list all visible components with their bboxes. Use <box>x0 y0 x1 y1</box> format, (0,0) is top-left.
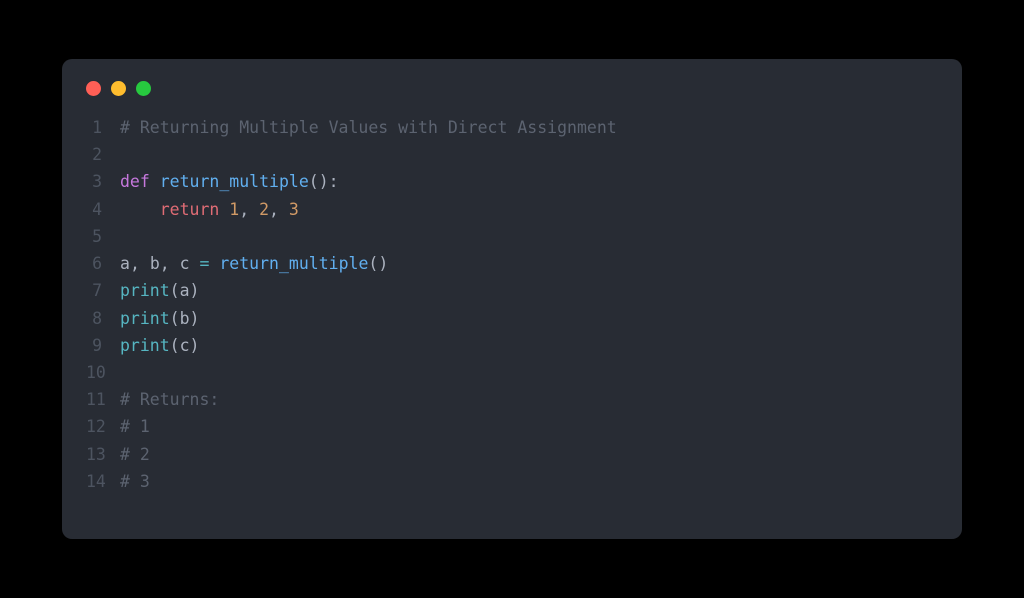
token: return_multiple <box>219 254 368 273</box>
line-content <box>120 141 938 168</box>
window-controls <box>86 81 938 96</box>
code-line: 3def return_multiple(): <box>86 168 938 195</box>
token: print <box>120 336 170 355</box>
line-number: 1 <box>86 114 120 141</box>
token: print <box>120 281 170 300</box>
line-number: 10 <box>86 359 120 386</box>
code-line: 7print(a) <box>86 277 938 304</box>
token: ) <box>190 309 200 328</box>
line-content: print(a) <box>120 277 938 304</box>
line-content: def return_multiple(): <box>120 168 938 195</box>
token: # 3 <box>120 472 150 491</box>
token: ) <box>190 281 200 300</box>
line-content: # 3 <box>120 468 938 495</box>
code-line: 2 <box>86 141 938 168</box>
code-line: 5 <box>86 223 938 250</box>
token: 3 <box>289 200 299 219</box>
token: (): <box>309 172 339 191</box>
line-content: return 1, 2, 3 <box>120 196 938 223</box>
line-number: 2 <box>86 141 120 168</box>
token: b <box>150 254 160 273</box>
line-number: 7 <box>86 277 120 304</box>
token: # 1 <box>120 417 150 436</box>
line-content: # Returns: <box>120 386 938 413</box>
code-line: 9print(c) <box>86 332 938 359</box>
code-line: 10 <box>86 359 938 386</box>
token: # 2 <box>120 445 150 464</box>
line-number: 4 <box>86 196 120 223</box>
code-line: 12# 1 <box>86 413 938 440</box>
zoom-icon[interactable] <box>136 81 151 96</box>
code-line: 6a, b, c = return_multiple() <box>86 250 938 277</box>
token: ) <box>190 336 200 355</box>
code-line: 11# Returns: <box>86 386 938 413</box>
token: c <box>180 336 190 355</box>
line-content: # 1 <box>120 413 938 440</box>
token: , <box>130 254 150 273</box>
token: 1 <box>229 200 239 219</box>
line-number: 5 <box>86 223 120 250</box>
code-line: 8print(b) <box>86 305 938 332</box>
token: return_multiple <box>160 172 309 191</box>
token: print <box>120 309 170 328</box>
line-content <box>120 359 938 386</box>
token: , <box>269 200 289 219</box>
code-line: 13# 2 <box>86 441 938 468</box>
token: return <box>160 200 230 219</box>
line-number: 9 <box>86 332 120 359</box>
token: ( <box>170 336 180 355</box>
token: a <box>120 254 130 273</box>
code-block: 1# Returning Multiple Values with Direct… <box>86 114 938 495</box>
token <box>120 200 160 219</box>
line-number: 11 <box>86 386 120 413</box>
line-content: a, b, c = return_multiple() <box>120 250 938 277</box>
line-content: print(c) <box>120 332 938 359</box>
line-content: # Returning Multiple Values with Direct … <box>120 114 938 141</box>
line-number: 8 <box>86 305 120 332</box>
token: c <box>180 254 190 273</box>
token: def <box>120 172 160 191</box>
token: , <box>239 200 259 219</box>
token: () <box>368 254 388 273</box>
line-number: 12 <box>86 413 120 440</box>
line-number: 6 <box>86 250 120 277</box>
token: ( <box>170 281 180 300</box>
token: = <box>190 254 220 273</box>
token: # Returns: <box>120 390 219 409</box>
line-number: 13 <box>86 441 120 468</box>
line-content: # 2 <box>120 441 938 468</box>
code-line: 4 return 1, 2, 3 <box>86 196 938 223</box>
minimize-icon[interactable] <box>111 81 126 96</box>
code-line: 14# 3 <box>86 468 938 495</box>
token: b <box>180 309 190 328</box>
token: 2 <box>259 200 269 219</box>
line-content: print(b) <box>120 305 938 332</box>
token: ( <box>170 309 180 328</box>
line-number: 14 <box>86 468 120 495</box>
line-number: 3 <box>86 168 120 195</box>
code-line: 1# Returning Multiple Values with Direct… <box>86 114 938 141</box>
token: a <box>180 281 190 300</box>
line-content <box>120 223 938 250</box>
code-window: 1# Returning Multiple Values with Direct… <box>62 59 962 539</box>
token: # Returning Multiple Values with Direct … <box>120 118 617 137</box>
token: , <box>160 254 180 273</box>
close-icon[interactable] <box>86 81 101 96</box>
